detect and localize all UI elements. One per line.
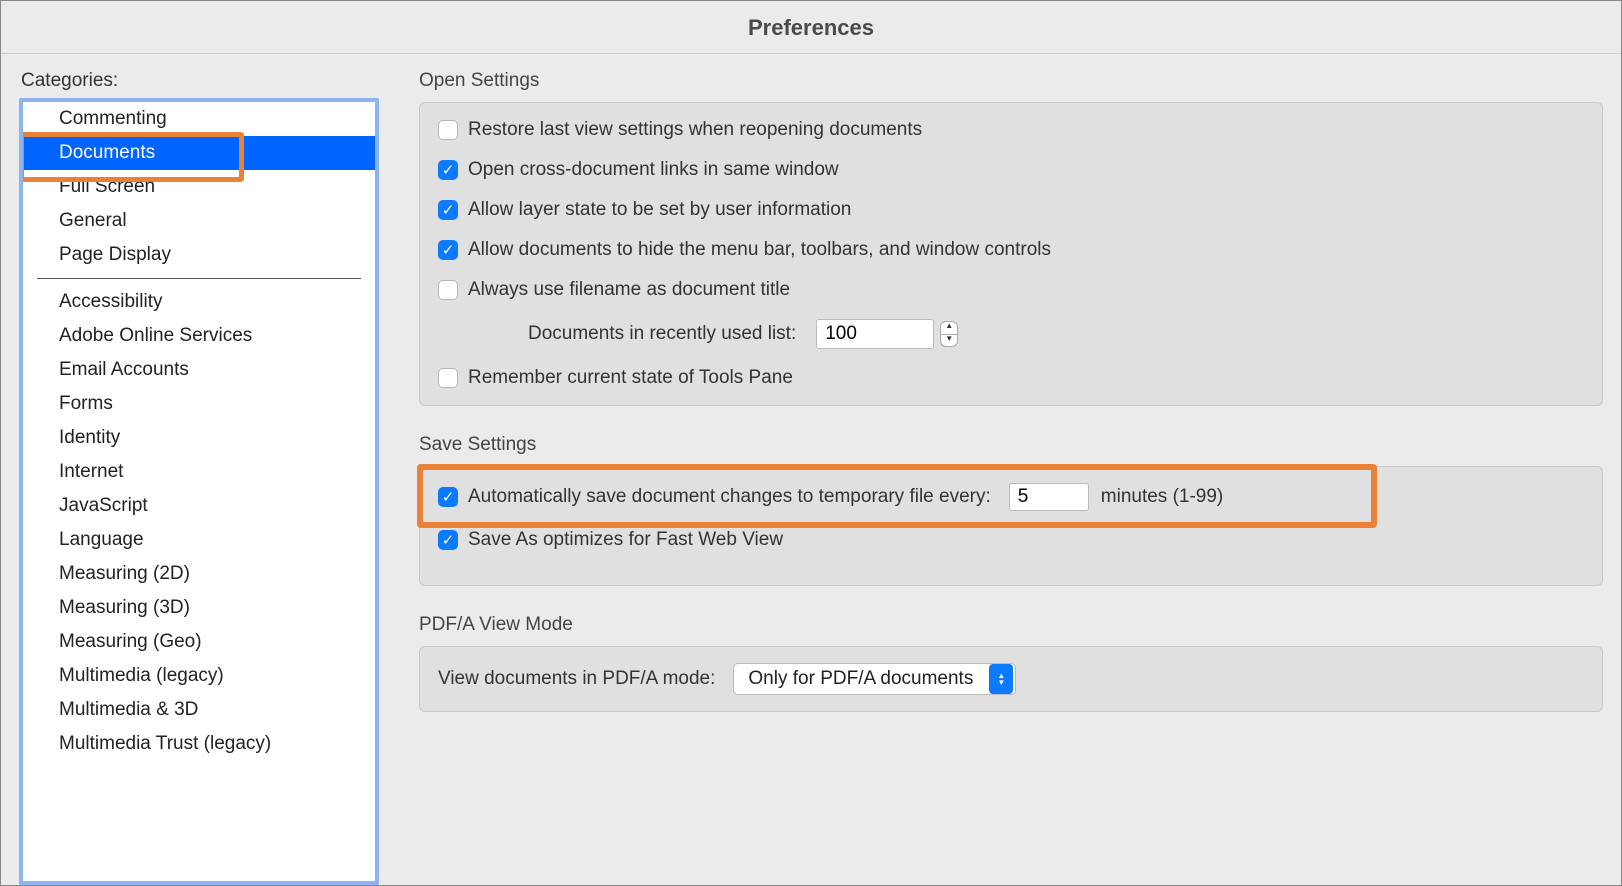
hide-menu-label: Allow documents to hide the menu bar, to… bbox=[468, 239, 1051, 261]
hide-menu-checkbox[interactable]: ✓ bbox=[438, 240, 458, 260]
select-arrows-icon: ▲▼ bbox=[989, 664, 1013, 694]
open-settings-title: Open Settings bbox=[419, 70, 1603, 92]
recent-list-stepper[interactable]: ▲ ▼ bbox=[940, 321, 958, 347]
category-documents[interactable]: Documents bbox=[23, 136, 375, 170]
stepper-up-icon[interactable]: ▲ bbox=[940, 321, 958, 334]
cross-links-checkbox[interactable]: ✓ bbox=[438, 160, 458, 180]
autosave-interval-input[interactable] bbox=[1009, 483, 1089, 511]
category-page-display[interactable]: Page Display bbox=[23, 238, 375, 272]
category-language[interactable]: Language bbox=[23, 523, 375, 557]
recent-list-input[interactable] bbox=[816, 319, 934, 349]
pdfa-title: PDF/A View Mode bbox=[419, 614, 1603, 636]
autosave-label: Automatically save document changes to t… bbox=[468, 486, 991, 508]
recent-list-label: Documents in recently used list: bbox=[528, 323, 796, 345]
category-multimedia-legacy[interactable]: Multimedia (legacy) bbox=[23, 659, 375, 693]
category-accessibility[interactable]: Accessibility bbox=[23, 285, 375, 319]
categories-label: Categories: bbox=[21, 70, 379, 92]
category-multimedia-3d[interactable]: Multimedia & 3D bbox=[23, 693, 375, 727]
restore-last-view-label: Restore last view settings when reopenin… bbox=[468, 119, 922, 141]
category-measuring-geo[interactable]: Measuring (Geo) bbox=[23, 625, 375, 659]
save-settings-group: ✓ Automatically save document changes to… bbox=[419, 466, 1603, 586]
categories-column: Categories: Commenting Documents Full Sc… bbox=[19, 70, 379, 885]
preferences-dialog: Preferences Categories: Commenting Docum… bbox=[1, 1, 1621, 885]
category-javascript[interactable]: JavaScript bbox=[23, 489, 375, 523]
category-full-screen[interactable]: Full Screen bbox=[23, 170, 375, 204]
category-measuring-3d[interactable]: Measuring (3D) bbox=[23, 591, 375, 625]
category-general[interactable]: General bbox=[23, 204, 375, 238]
category-multimedia-trust[interactable]: Multimedia Trust (legacy) bbox=[23, 727, 375, 761]
autosave-suffix: minutes (1-99) bbox=[1101, 486, 1224, 508]
open-settings-group: Restore last view settings when reopenin… bbox=[419, 102, 1603, 406]
category-measuring-2d[interactable]: Measuring (2D) bbox=[23, 557, 375, 591]
autosave-checkbox[interactable]: ✓ bbox=[438, 487, 458, 507]
remember-tools-checkbox[interactable] bbox=[438, 368, 458, 388]
category-adobe-online[interactable]: Adobe Online Services bbox=[23, 319, 375, 353]
restore-last-view-checkbox[interactable] bbox=[438, 120, 458, 140]
cross-links-label: Open cross-document links in same window bbox=[468, 159, 839, 181]
categories-listbox[interactable]: Commenting Documents Full Screen General… bbox=[19, 98, 379, 885]
fast-web-checkbox[interactable]: ✓ bbox=[438, 530, 458, 550]
categories-divider bbox=[37, 278, 361, 279]
settings-panel: Open Settings Restore last view settings… bbox=[379, 70, 1603, 885]
category-internet[interactable]: Internet bbox=[23, 455, 375, 489]
pdfa-group: View documents in PDF/A mode: Only for P… bbox=[419, 646, 1603, 712]
filename-title-label: Always use filename as document title bbox=[468, 279, 790, 301]
category-forms[interactable]: Forms bbox=[23, 387, 375, 421]
layer-state-label: Allow layer state to be set by user info… bbox=[468, 199, 851, 221]
pdfa-mode-value: Only for PDF/A documents bbox=[734, 668, 987, 690]
fast-web-label: Save As optimizes for Fast Web View bbox=[468, 529, 783, 551]
category-commenting[interactable]: Commenting bbox=[23, 102, 375, 136]
filename-title-checkbox[interactable] bbox=[438, 280, 458, 300]
pdfa-mode-select[interactable]: Only for PDF/A documents ▲▼ bbox=[733, 663, 1016, 695]
remember-tools-label: Remember current state of Tools Pane bbox=[468, 367, 793, 389]
category-identity[interactable]: Identity bbox=[23, 421, 375, 455]
save-settings-title: Save Settings bbox=[419, 434, 1603, 456]
content-area: Categories: Commenting Documents Full Sc… bbox=[1, 54, 1621, 885]
pdfa-label: View documents in PDF/A mode: bbox=[438, 668, 715, 690]
window-title: Preferences bbox=[1, 1, 1621, 54]
stepper-down-icon[interactable]: ▼ bbox=[940, 334, 958, 347]
category-email-accounts[interactable]: Email Accounts bbox=[23, 353, 375, 387]
layer-state-checkbox[interactable]: ✓ bbox=[438, 200, 458, 220]
